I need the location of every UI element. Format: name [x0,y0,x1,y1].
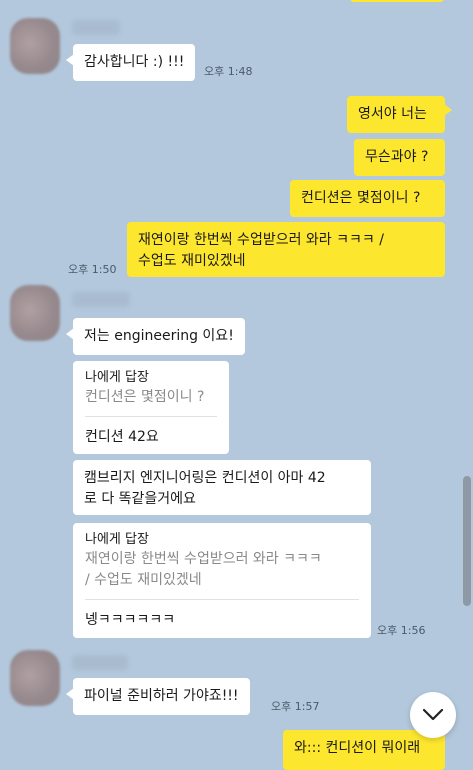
sender-name [72,655,128,670]
reply-quote[interactable]: 재연이랑 한번씩 수업받으러 와라 ㅋㅋㅋ / 수업도 재미있겠네 [85,549,359,591]
message-bubble[interactable]: 캠브리지 엔지니어링은 컨디션이 아마 42 로 다 똑같을거에요 [73,460,371,515]
bubble-tail [444,104,452,116]
sender-avatar[interactable] [10,18,60,74]
sender-avatar[interactable] [10,285,60,341]
message-bubble[interactable]: 파이널 준비하러 가야죠!!! [73,678,250,715]
message-bubble[interactable]: 무슨과야 ? [354,139,445,176]
reply-quote[interactable]: 컨디션은 몇점이니 ? [85,387,217,408]
message-time: 오후 1:56 [377,624,426,637]
message-time: 오후 1:50 [68,263,117,276]
divider [85,599,359,600]
sender-name [72,20,120,35]
reply-message-card[interactable]: 나에게 답장 컨디션은 몇점이니 ? 컨디션 42요 [73,361,229,454]
chevron-down-icon [422,708,444,721]
message-bubble[interactable]: 감사합니다 :) !!! [73,44,196,81]
sender-name [72,292,130,307]
divider [85,416,217,417]
reply-label: 나에게 답장 [85,532,149,547]
message-time: 오후 1:57 [271,700,320,713]
message-bubble-partial [350,0,444,2]
scroll-to-bottom-button[interactable] [410,692,456,738]
message-bubble[interactable]: 와::: 컨디션이 뭐이래 [283,730,445,770]
message-bubble[interactable]: 재연이랑 한번씩 수업받으러 와라 ㅋㅋㅋ / 수업도 재미있겠네 [127,222,445,277]
message-bubble[interactable]: 저는 engineering 이요! [73,318,245,355]
message-bubble[interactable]: 컨디션은 몇점이니 ? [290,180,445,217]
sender-avatar[interactable] [10,650,60,706]
reply-answer: 넹ㅋㅋㅋㅋㅋㅋ [85,612,176,628]
message-bubble[interactable]: 영서야 너는 [347,96,445,133]
reply-answer: 컨디션 42요 [85,429,159,445]
scrollbar-thumb[interactable] [463,476,471,606]
reply-label: 나에게 답장 [85,370,149,385]
message-time: 오후 1:48 [204,65,253,78]
reply-message-card[interactable]: 나에게 답장 재연이랑 한번씩 수업받으러 와라 ㅋㅋㅋ / 수업도 재미있겠네… [73,523,371,638]
